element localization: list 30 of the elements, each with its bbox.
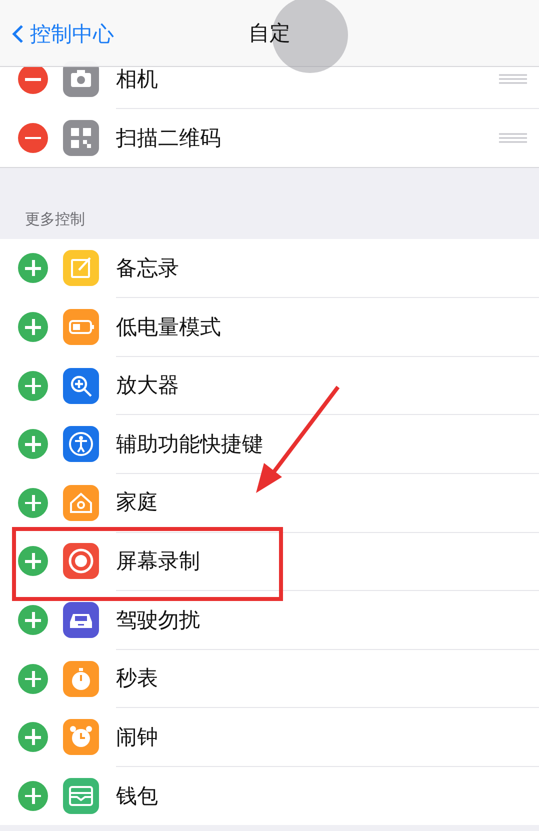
add-button[interactable] <box>18 488 48 518</box>
control-label: 辅助功能快捷键 <box>116 430 263 458</box>
control-label: 家庭 <box>116 489 158 516</box>
back-icon <box>12 24 24 44</box>
control-label: 放大器 <box>116 372 179 400</box>
add-button[interactable] <box>18 370 48 401</box>
control-label: 钱包 <box>116 782 158 810</box>
reorder-handle-icon[interactable] <box>499 132 527 144</box>
control-label: 驾驶勿扰 <box>116 606 200 634</box>
add-button[interactable] <box>18 722 48 752</box>
reorder-handle-icon[interactable] <box>499 72 527 85</box>
control-label: 备忘录 <box>116 254 179 282</box>
control-label: 相机 <box>116 66 158 93</box>
control-label: 屏幕录制 <box>116 548 200 575</box>
add-button[interactable] <box>18 664 48 694</box>
control-label: 秒表 <box>116 665 158 692</box>
control-label: 低电量模式 <box>116 314 221 341</box>
add-button[interactable] <box>18 780 48 811</box>
add-button[interactable] <box>18 312 48 342</box>
add-button[interactable] <box>18 429 48 460</box>
control-label: 闹钟 <box>116 724 158 751</box>
control-label: 扫描二维码 <box>116 124 221 152</box>
page-title: 自定 <box>248 20 290 47</box>
add-button[interactable] <box>18 605 48 636</box>
section-header: 更多控制 <box>25 210 85 230</box>
remove-button[interactable] <box>18 122 48 153</box>
back-button[interactable]: 控制中心 <box>12 20 114 48</box>
remove-button[interactable] <box>18 64 48 94</box>
add-button[interactable] <box>18 546 48 576</box>
add-button[interactable] <box>18 253 48 284</box>
